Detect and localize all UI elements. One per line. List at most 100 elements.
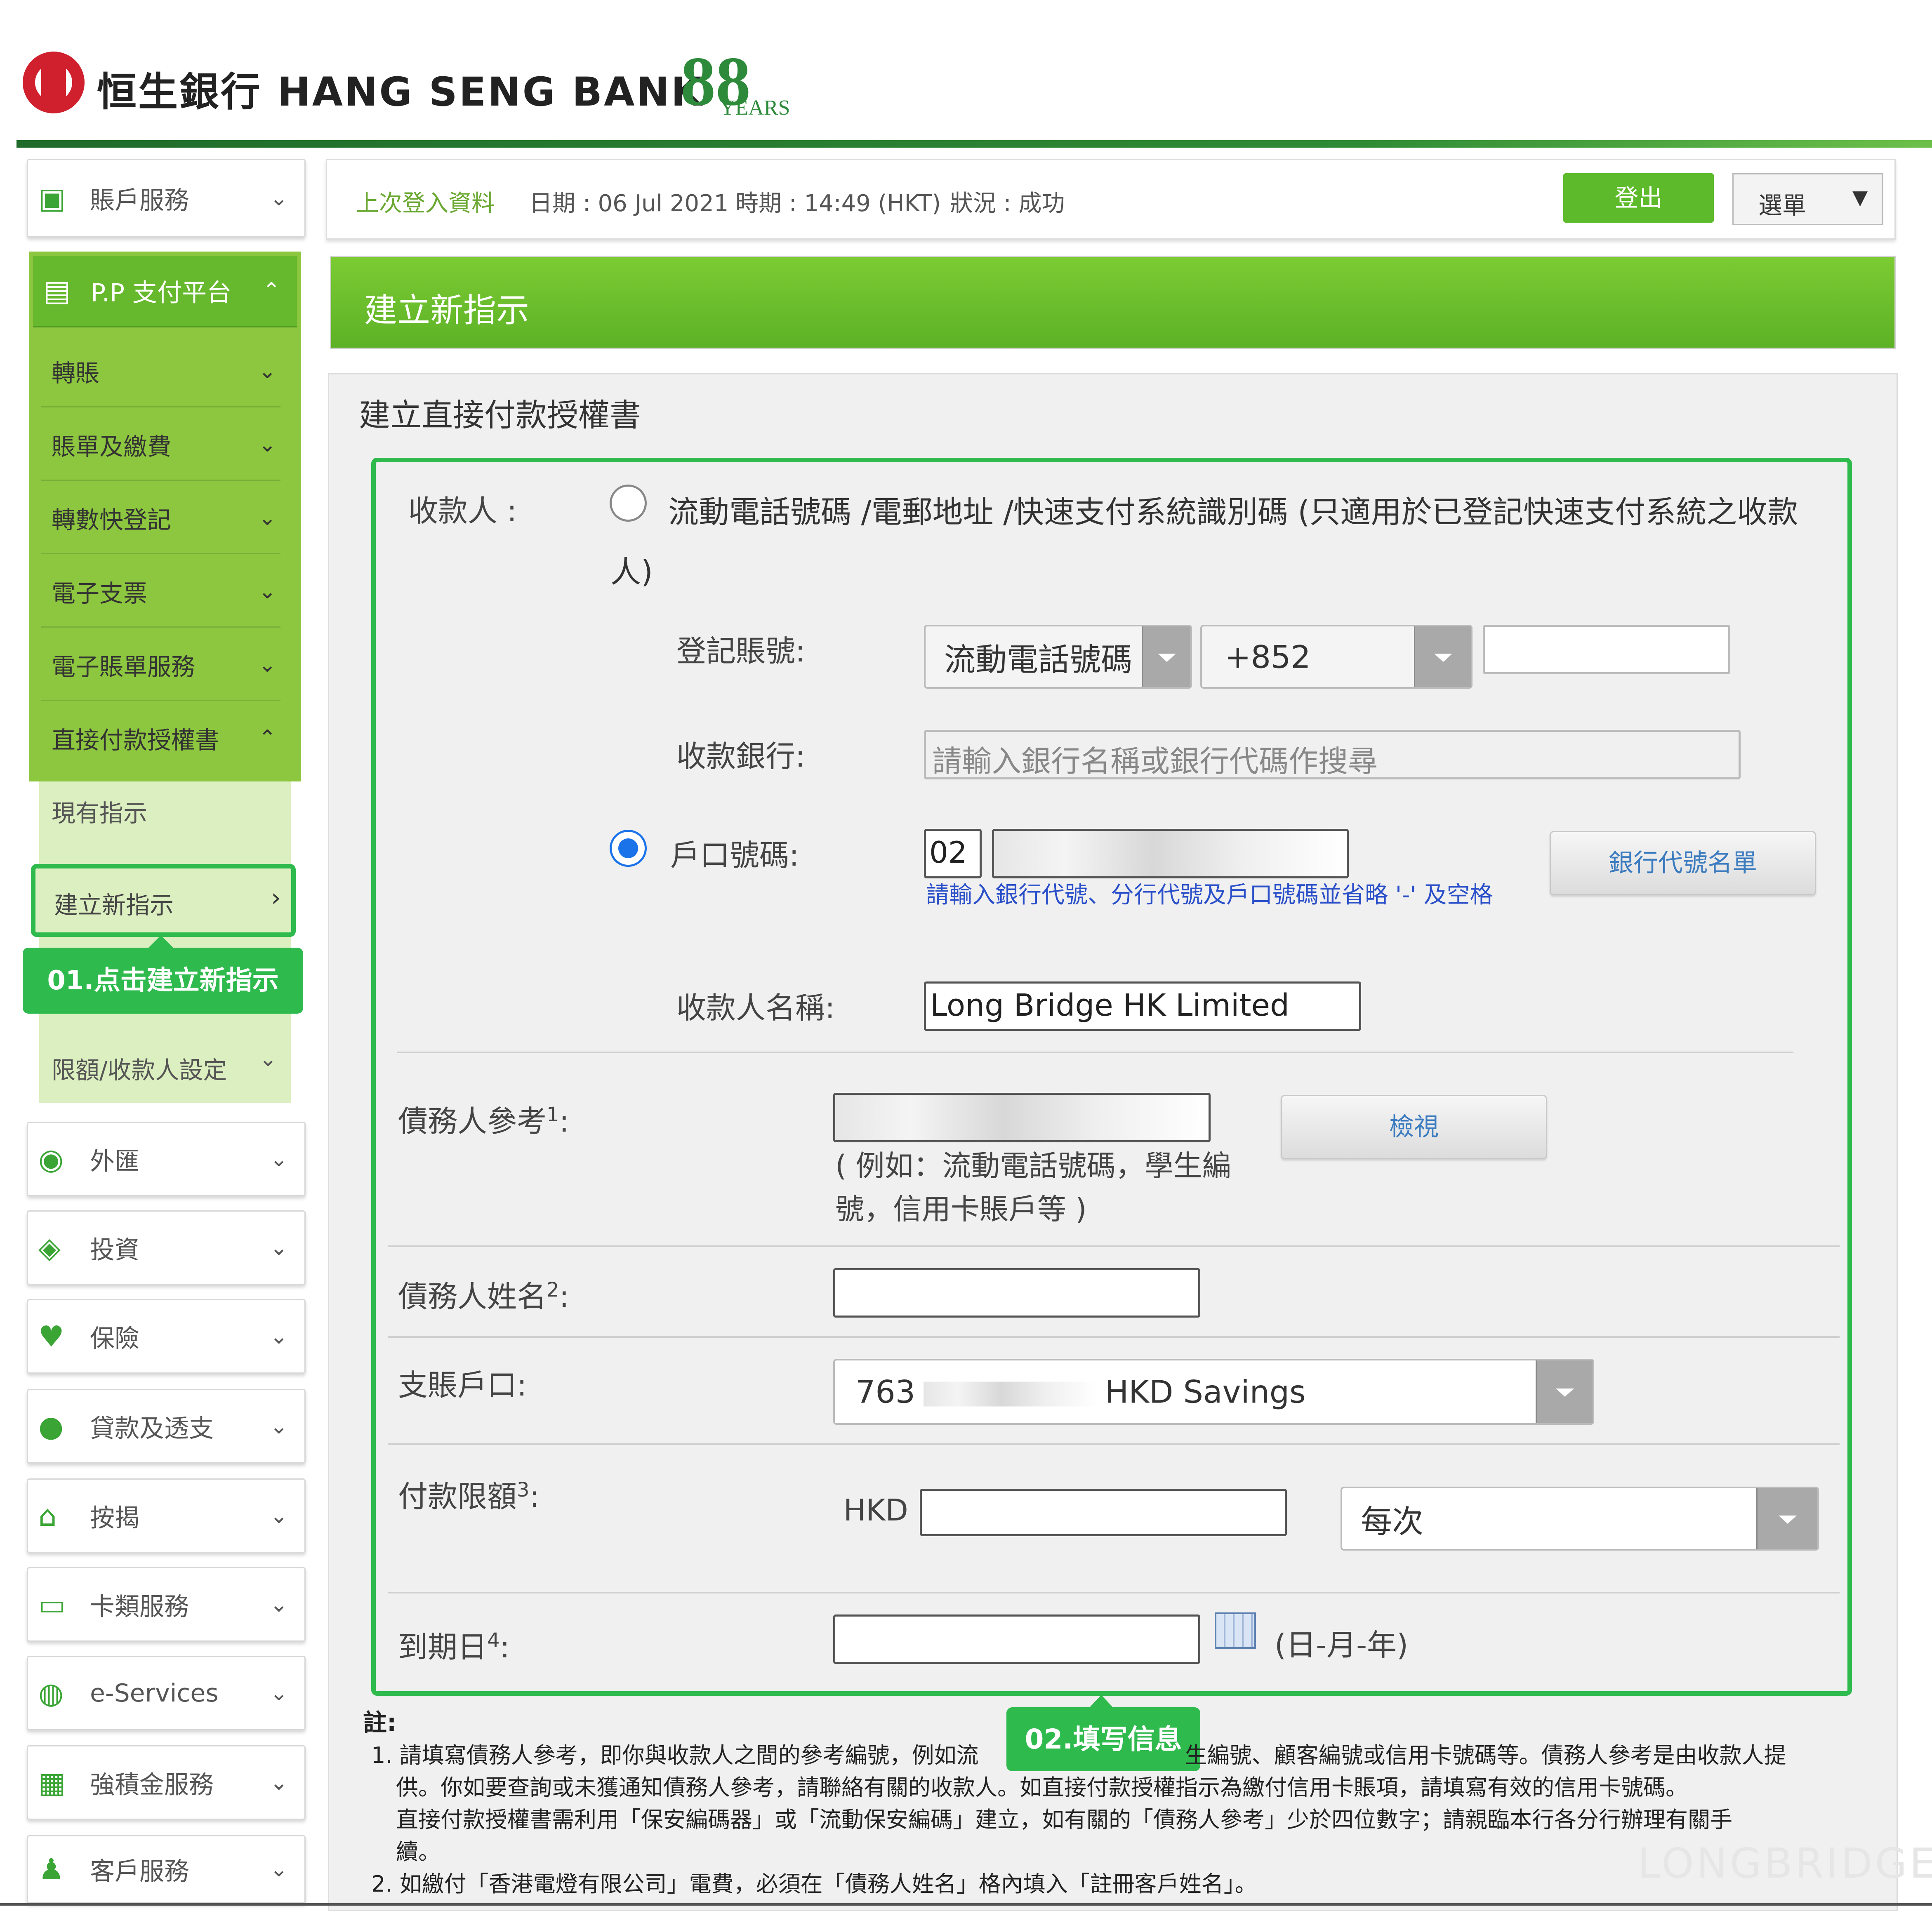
expiry-label: 到期日4:	[398, 1629, 510, 1664]
sidebar-item-label: 建立新指示	[54, 891, 174, 919]
register-number-input[interactable]	[1483, 625, 1730, 674]
register-type-value: 流動電話號碼	[944, 641, 1132, 678]
section-divider	[397, 1052, 1793, 1053]
sidebar-item-insurance[interactable]: ♥ 保險 ⌄	[27, 1299, 306, 1374]
sidebar-item-account-services[interactable]: ▣ 賬戶服務 ⌄	[27, 159, 306, 238]
chevron-right-icon: ›	[271, 883, 281, 912]
debtor-ref-input[interactable]	[833, 1093, 1211, 1142]
sidebar-item-label: 電子支票	[52, 579, 148, 607]
sidebar-item-fx[interactable]: ◉ 外匯 ⌄	[27, 1122, 306, 1196]
payment-icon: ▤	[43, 274, 71, 308]
sidebar-subitem-new[interactable]: 建立新指示 ›	[31, 864, 296, 937]
view-button[interactable]: 檢視	[1281, 1095, 1547, 1159]
sidebar-item-label: 電子賬單服務	[52, 653, 196, 681]
sidebar-item-investment[interactable]: ◈ 投資 ⌄	[27, 1210, 306, 1285]
sidebar-item-label: 保險	[90, 1324, 139, 1353]
last-login-status: 狀況 : 成功	[950, 190, 1065, 217]
sidebar-item-mortgage[interactable]: ⌂ 按揭 ⌄	[27, 1478, 306, 1553]
house-icon: ⌂	[38, 1499, 57, 1533]
sidebar-subitem-existing[interactable]: 現有指示	[52, 794, 147, 828]
bank-code-list-button[interactable]: 銀行代號名單	[1550, 831, 1816, 895]
register-type-select[interactable]: 流動電話號碼	[924, 625, 1192, 689]
last-login-date: 日期 : 06 Jul 2021	[529, 190, 729, 217]
sidebar-item-bills[interactable]: 賬單及繳費 ⌄	[41, 410, 280, 481]
chevron-down-icon: ⌄	[270, 186, 288, 211]
sidebar-item-label: 按揭	[90, 1504, 139, 1532]
account-number-input[interactable]	[992, 829, 1349, 878]
payee-name-input[interactable]: Long Bridge HK Limited	[924, 981, 1361, 1031]
sidebar-item-cards[interactable]: ▭ 卡類服務 ⌄	[27, 1567, 306, 1642]
sidebar-item-loans[interactable]: ● 貸款及透支 ⌄	[27, 1389, 306, 1464]
note-1-line: 1. 請填寫債務人參考，即你與收款人之間的參考編號，例如流 生編號、顧客編號或信用…	[371, 1739, 1840, 1772]
sidebar-item-label: 客戶服務	[90, 1857, 189, 1886]
note-1-text-c: 供。你如要查詢或未獲通知債務人參考，請聯絡有關的收款人。如直接付款授權指示為繳付…	[396, 1774, 1688, 1800]
register-account-label: 登記賬號:	[676, 634, 806, 668]
note-1-text-e: 續。	[396, 1839, 441, 1865]
section-divider	[388, 1592, 1840, 1593]
chevron-down-icon: ⌄	[258, 506, 276, 530]
sidebar-item-label: 貸款及透支	[90, 1414, 214, 1443]
note-2-text: 2. 如繳付「香港電燈有限公司」電費，必須在「債務人姓名」格內填入「註冊客戶姓名…	[371, 1871, 1257, 1897]
debit-account-select[interactable]: 763 HKD Savings	[833, 1359, 1594, 1425]
note-ref-2: 2	[547, 1278, 559, 1301]
select-arrow-icon	[1756, 1488, 1817, 1549]
step1-callout: 01.点击建立新指示	[23, 948, 303, 1014]
mpf-icon: ▦	[38, 1765, 66, 1800]
last-login-time: 時期 : 14:49 (HKT)	[735, 190, 941, 217]
country-code-select[interactable]: +852	[1200, 625, 1473, 689]
payee-bank-label: 收款銀行:	[676, 739, 806, 774]
logo-mark-icon	[41, 64, 66, 101]
sidebar-item-label: 卡類服務	[90, 1592, 189, 1621]
chevron-down-icon: ⌄	[270, 1235, 288, 1260]
sidebar-item-customer[interactable]: ♟ 客戶服務 ⌄	[27, 1835, 306, 1904]
sidebar-item-transfer[interactable]: 轉賬 ⌄	[41, 336, 280, 407]
bank-code-input[interactable]: 02	[924, 829, 982, 878]
date-format-hint: (日-月-年)	[1275, 1628, 1409, 1662]
debtor-ref-hint: ( 例如：流動電話號碼，學生編號，信用卡賬戶等 )	[835, 1149, 1231, 1226]
callout-pointer	[148, 935, 173, 948]
header-divider	[16, 140, 1932, 148]
chevron-down-icon: ⌄	[259, 1047, 277, 1071]
limit-amount-input[interactable]	[920, 1489, 1287, 1536]
expiry-date-input[interactable]	[833, 1614, 1200, 1664]
debit-account-label: 支賬戶口:	[398, 1368, 527, 1403]
sidebar-item-mpf[interactable]: ▦ 強積金服務 ⌄	[27, 1745, 306, 1820]
sidebar-item-label: P.P 支付平台	[91, 278, 232, 308]
sidebar-item-ebill[interactable]: 電子賬單服務 ⌄	[41, 630, 280, 701]
chevron-down-icon: ⌄	[270, 1857, 288, 1882]
select-arrow-icon	[1414, 626, 1471, 687]
menu-label: 選單	[1758, 191, 1807, 219]
sidebar-item-eservices[interactable]: ◍ e-Services ⌄	[27, 1656, 306, 1730]
sidebar-item-pp[interactable]: ▤ P.P 支付平台 ⌃	[33, 256, 297, 327]
chevron-up-icon: ⌃	[262, 278, 280, 303]
sidebar-item-fps-register[interactable]: 轉數快登記 ⌄	[41, 483, 280, 554]
bank-name: 恒生銀行 HANG SENG BANK	[97, 69, 704, 115]
chevron-down-icon: ⌄	[270, 1680, 288, 1706]
account-number-hint: 請輸入銀行代號、分行代號及戶口號碼並省略 '-' 及空格	[926, 882, 1493, 908]
sidebar-item-label: 轉數快登記	[52, 506, 172, 534]
bottom-border	[0, 1903, 1932, 1906]
logout-button[interactable]: 登出	[1563, 173, 1714, 223]
sidebar-item-dda[interactable]: 直接付款授權書 ⌃	[41, 703, 280, 773]
globe-icon: ◍	[38, 1676, 64, 1710]
card-icon: ▭	[38, 1587, 66, 1622]
caret-down-icon: ▼	[1852, 186, 1868, 209]
sidebar-item-echeque[interactable]: 電子支票 ⌄	[41, 556, 280, 628]
payee-account-radio[interactable]	[610, 830, 647, 867]
frequency-select[interactable]: 每次	[1341, 1487, 1819, 1551]
sidebar-subitem-limits[interactable]: 限額/收款人設定	[52, 1051, 227, 1085]
section-divider	[388, 1443, 1840, 1445]
payee-bank-input[interactable]: 請輸入銀行名稱或銀行代碼作搜尋	[924, 730, 1741, 779]
menu-dropdown[interactable]: 選單 ▼	[1732, 173, 1883, 225]
limit-label: 付款限額3:	[398, 1478, 540, 1514]
calendar-icon[interactable]	[1215, 1612, 1256, 1649]
sidebar-item-label: 投資	[90, 1236, 139, 1264]
sidebar-item-label: 強積金服務	[90, 1770, 214, 1799]
debtor-name-input[interactable]	[833, 1268, 1200, 1318]
heart-icon: ♥	[38, 1319, 64, 1353]
chevron-down-icon: ⌄	[258, 432, 276, 457]
notes-list: 1. 請填寫債務人參考，即你與收款人之間的參考編號，例如流 生編號、顧客編號或信用…	[371, 1739, 1840, 1900]
debtor-name-text: 債務人姓名	[398, 1279, 547, 1314]
chevron-down-icon: ⌄	[270, 1324, 288, 1349]
payee-label: 收款人 :	[408, 494, 517, 528]
